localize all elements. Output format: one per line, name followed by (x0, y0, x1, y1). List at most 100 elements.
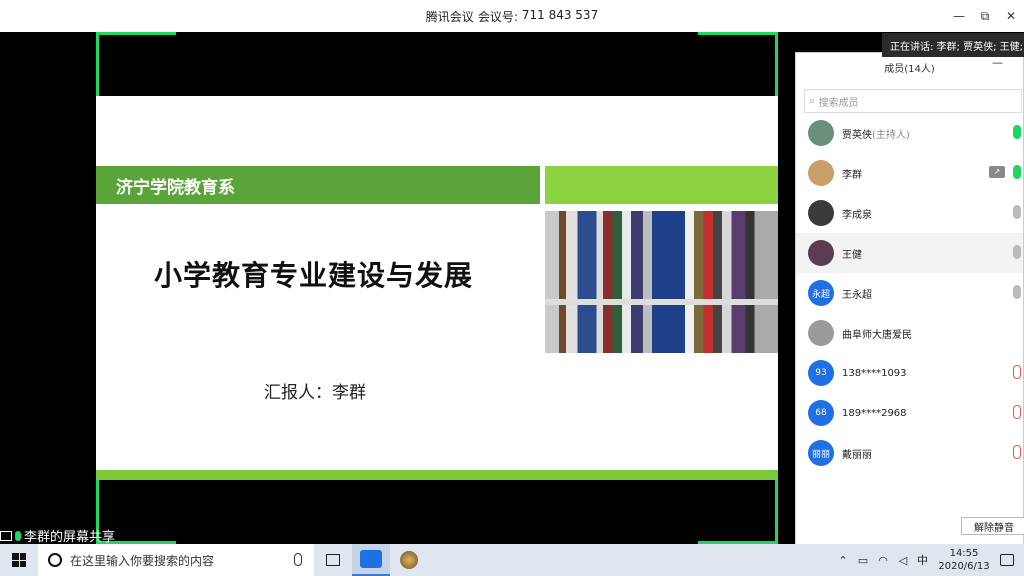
speaking-indicator: 正在讲话: 李群; 贾英侠; 王健; (882, 33, 1024, 57)
members-panel-header: 成员(14人) — (796, 53, 1023, 81)
ime-indicator[interactable]: 中 (917, 552, 928, 568)
avatar: 93 (808, 360, 834, 386)
avatar (808, 200, 834, 226)
screen-share-label: 李群的屏幕共享 (0, 526, 115, 545)
screen-share-icon: ↗ (989, 166, 1005, 178)
browser-icon (400, 551, 418, 569)
member-name: 曲阜师大唐爱民 (842, 326, 912, 341)
unmute-all-button[interactable]: 解除静音 (961, 517, 1024, 535)
battery-icon[interactable]: ▭ (857, 554, 869, 567)
cortana-icon (48, 553, 62, 567)
member-name: 贾英侠(主持人) (842, 126, 910, 141)
avatar (808, 240, 834, 266)
volume-icon[interactable]: ◁ (897, 554, 909, 567)
member-name-text: 王永超 (842, 289, 872, 301)
member-name: 138****1093 (842, 368, 907, 379)
member-name-text: 曲阜师大唐爱民 (842, 329, 912, 341)
clock-time: 14:55 (949, 548, 979, 559)
member-row[interactable]: 丽丽 戴丽丽 (796, 433, 1023, 473)
notification-icon[interactable] (1000, 554, 1014, 566)
member-list: 贾英侠(主持人) 李群 ↗ 李成泉王健永超 王永超曲阜师大唐爱民 93 138****109… (796, 113, 1023, 473)
bookshelf-image (545, 211, 778, 353)
member-row[interactable]: 李群 ↗ (796, 153, 1023, 193)
meeting-id: 711 843 537 (521, 7, 599, 22)
member-name-text: 贾英侠 (842, 129, 872, 141)
taskbar-app-browser[interactable] (390, 544, 428, 576)
slide-reporter: 汇报人：李群 (264, 383, 366, 403)
taskbar-search-placeholder: 在这里输入你要搜索的内容 (70, 553, 215, 568)
mic-icon[interactable] (1013, 125, 1021, 139)
members-panel-title: 成员(14人) (884, 63, 935, 75)
task-view-icon (326, 554, 340, 566)
system-tray: ⌃ ▭ ◠ ◁ 中 14:55 2020/6/13 (837, 544, 1024, 576)
mic-icon[interactable] (1013, 165, 1021, 179)
member-name: 戴丽丽 (842, 446, 872, 461)
slide-department: 济宁学院教育系 (96, 166, 540, 204)
avatar (808, 160, 834, 186)
task-view-button[interactable] (314, 544, 352, 576)
mic-icon (15, 530, 21, 541)
member-row[interactable]: 李成泉 (796, 193, 1023, 233)
member-name-text: 李成泉 (842, 209, 872, 221)
taskbar-app-tencent-meeting[interactable] (352, 544, 390, 576)
member-name-text: 189****2968 (842, 407, 907, 419)
search-icon: ⌕ (809, 95, 815, 107)
windows-taskbar: 在这里输入你要搜索的内容 ⌃ ▭ ◠ ◁ 中 14:55 2020/6/13 (0, 544, 1024, 576)
member-name: 189****2968 (842, 408, 907, 419)
screen-share-text: 李群的屏幕共享 (24, 530, 116, 545)
taskbar-clock[interactable]: 14:55 2020/6/13 (936, 547, 992, 573)
slide-footer-bar (96, 470, 778, 480)
slide-accent-band (545, 166, 778, 204)
member-name-text: 138****1093 (842, 367, 907, 379)
mic-muted-icon[interactable] (1013, 405, 1021, 419)
host-tag: (主持人) (872, 129, 910, 141)
microphone-icon[interactable] (294, 553, 302, 566)
mic-icon[interactable] (1013, 245, 1021, 259)
panel-minimize-button[interactable]: — (992, 56, 1003, 69)
avatar: 永超 (808, 280, 834, 306)
member-name: 李成泉 (842, 206, 872, 221)
member-row[interactable]: 永超 王永超 (796, 273, 1023, 313)
app-name: 腾讯会议 (425, 9, 474, 24)
shared-screen-stage: 济宁学院教育系 小学教育专业建设与发展 汇报人：李群 李群的屏幕共享 成员(14… (0, 32, 1024, 548)
tencent-meeting-icon (360, 550, 382, 568)
mic-muted-icon[interactable] (1013, 445, 1021, 459)
member-name: 王健 (842, 246, 862, 261)
avatar (808, 120, 834, 146)
member-row[interactable]: 贾英侠(主持人) (796, 113, 1023, 153)
member-name-text: 戴丽丽 (842, 449, 872, 461)
member-name-text: 李群 (842, 169, 862, 181)
member-name: 王永超 (842, 286, 872, 301)
close-button[interactable]: ✕ (998, 0, 1024, 32)
clock-date: 2020/6/13 (938, 561, 990, 572)
member-name: 李群 (842, 166, 862, 181)
start-button[interactable] (0, 544, 38, 576)
avatar: 丽丽 (808, 440, 834, 466)
window-title: 腾讯会议 会议号: 711 843 537 (426, 8, 598, 25)
restore-button[interactable]: ⧉ (972, 0, 998, 32)
member-row[interactable]: 曲阜师大唐爱民 (796, 313, 1023, 353)
member-row[interactable]: 68 189****2968 (796, 393, 1023, 433)
member-search-input[interactable]: ⌕ 搜索成员 (804, 89, 1022, 113)
member-search-placeholder: 搜索成员 (818, 97, 859, 109)
window-titlebar: 腾讯会议 会议号: 711 843 537 — ⧉ ✕ (0, 0, 1024, 32)
taskbar-search-box[interactable]: 在这里输入你要搜索的内容 (38, 544, 314, 576)
mic-icon[interactable] (1013, 285, 1021, 299)
chevron-up-icon[interactable]: ⌃ (837, 554, 849, 567)
screen-share-icon (0, 530, 12, 541)
window-controls: — ⧉ ✕ (946, 0, 1024, 32)
mic-icon[interactable] (1013, 205, 1021, 219)
member-name-text: 王健 (842, 249, 862, 261)
avatar (808, 320, 834, 346)
presentation-slide: 济宁学院教育系 小学教育专业建设与发展 汇报人：李群 (96, 96, 778, 480)
windows-logo-icon (12, 553, 26, 567)
meeting-label: 会议号: (477, 9, 518, 24)
members-panel: 成员(14人) — ⌕ 搜索成员 贾英侠(主持人) 李群 ↗ 李成泉王健永超 王永超曲阜… (795, 52, 1024, 548)
avatar: 68 (808, 400, 834, 426)
slide-title: 小学教育专业建设与发展 (154, 259, 474, 292)
network-icon[interactable]: ◠ (877, 554, 889, 567)
member-row[interactable]: 93 138****1093 (796, 353, 1023, 393)
member-row[interactable]: 王健 (796, 233, 1023, 273)
mic-muted-icon[interactable] (1013, 365, 1021, 379)
minimize-button[interactable]: — (946, 0, 972, 32)
